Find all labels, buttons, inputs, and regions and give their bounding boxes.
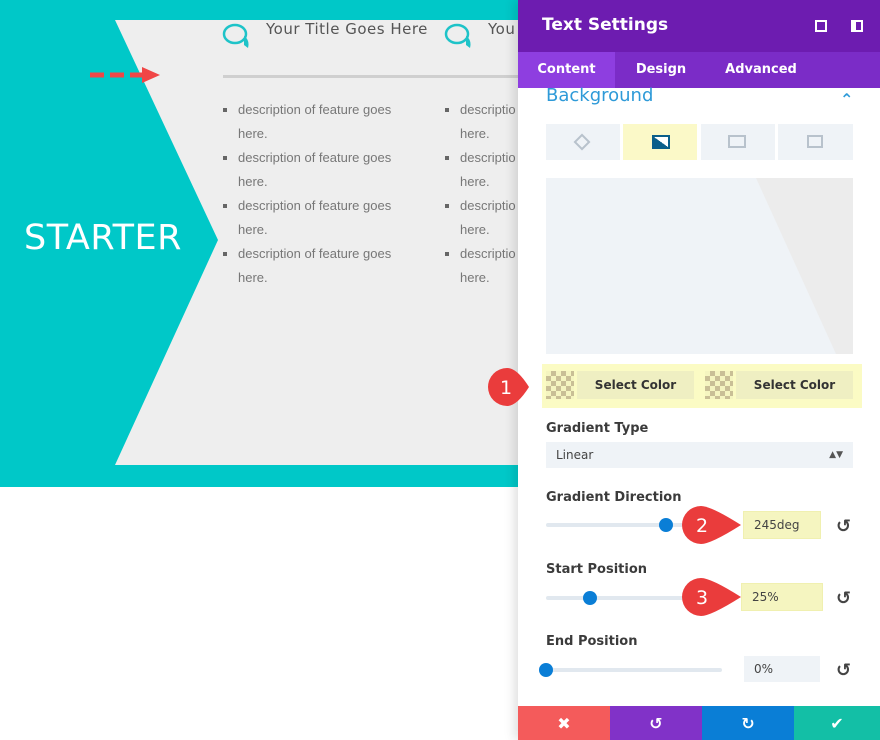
feature-item-text: here. (460, 126, 490, 141)
redo-icon: ↻ (741, 712, 755, 734)
video-icon (807, 135, 823, 148)
panel-title: Text Settings (542, 15, 669, 35)
feature-item-text: descriptio (460, 246, 516, 261)
feature-item-text: here. (238, 270, 268, 285)
image-icon (728, 135, 746, 148)
feature-item-text: here. (460, 270, 490, 285)
gradient-type-value: Linear (556, 448, 594, 462)
save-button[interactable]: ✔ (794, 706, 880, 740)
bg-type-gradient[interactable] (623, 124, 697, 160)
annotation-marker-3: 3 (682, 578, 741, 616)
feature-item-text: here. (460, 174, 490, 189)
divider (223, 75, 518, 78)
feature-item-text: descriptio (460, 102, 516, 117)
feature-item-text: here. (460, 222, 490, 237)
feature-item-text: here. (238, 174, 268, 189)
undo-icon: ↺ (649, 712, 663, 734)
bullet-icon (445, 156, 449, 160)
dashed-arrow-annotation (90, 67, 160, 83)
select-arrows-icon: ▲▼ (829, 450, 843, 460)
feature-item-text: descriptio (460, 198, 516, 213)
select-color-button-2[interactable]: Select Color (736, 371, 853, 399)
feature-item-text: here. (238, 126, 268, 141)
svg-text:2: 2 (696, 515, 708, 537)
close-icon: ✖ (557, 712, 571, 734)
bullet-icon (445, 204, 449, 208)
sidebar-layout-icon[interactable] (851, 20, 863, 32)
gradient-type-label: Gradient Type (546, 421, 649, 436)
chat-bubbles-icon (444, 23, 471, 48)
start-position-input[interactable]: 25% (742, 584, 822, 610)
panel-tabs: Content Design Advanced (518, 52, 880, 88)
redo-button[interactable]: ↻ (702, 706, 794, 740)
end-position-input[interactable]: 0% (744, 656, 820, 682)
color-swatch-2[interactable] (705, 371, 733, 399)
bullet-icon (223, 108, 227, 112)
bullet-icon (445, 108, 449, 112)
tab-design[interactable]: Design (615, 52, 707, 88)
reset-icon[interactable]: ↺ (836, 658, 851, 682)
bg-type-video[interactable] (778, 124, 853, 160)
annotation-marker-1: 1 (488, 368, 529, 406)
color-fill-icon (573, 133, 591, 151)
svg-text:1: 1 (500, 377, 512, 399)
bullet-icon (445, 252, 449, 256)
start-position-label: Start Position (546, 562, 648, 577)
reset-icon[interactable]: ↺ (836, 586, 851, 610)
chat-bubbles-icon (222, 23, 249, 48)
bullet-icon (223, 204, 227, 208)
panel-header: Text Settings (518, 0, 880, 52)
slider-thumb[interactable] (583, 591, 597, 605)
bg-type-image[interactable] (701, 124, 775, 160)
feature-item-text: descriptio (460, 150, 516, 165)
cancel-button[interactable]: ✖ (518, 706, 610, 740)
slider-thumb[interactable] (539, 663, 553, 677)
slider-thumb[interactable] (658, 518, 673, 532)
feature-title: Your Title Goes Here (266, 20, 428, 38)
feature-item-text: description of feature goes (238, 150, 392, 165)
undo-button[interactable]: ↺ (610, 706, 702, 740)
gradient-preview (546, 178, 853, 354)
plan-label: STARTER (24, 218, 182, 258)
feature-item-text: description of feature goes (238, 246, 392, 261)
gradient-icon (652, 135, 670, 149)
chevron-up-icon[interactable]: ⌃ (840, 88, 853, 110)
fullscreen-icon[interactable] (815, 20, 827, 32)
tab-content[interactable]: Content (518, 52, 615, 88)
feature-title: You (488, 20, 516, 38)
gradient-direction-input[interactable]: 245deg (744, 512, 820, 538)
gradient-type-select[interactable]: Linear ▲▼ (546, 442, 853, 468)
reset-icon[interactable]: ↺ (836, 514, 851, 538)
feature-item-text: description of feature goes (238, 198, 392, 213)
tab-advanced[interactable]: Advanced (707, 52, 815, 88)
settings-panel: Text Settings Content Design Advanced Ba… (518, 0, 880, 740)
bullet-icon (223, 156, 227, 160)
svg-text:3: 3 (696, 587, 708, 609)
end-position-slider[interactable] (539, 663, 722, 677)
feature-item-text: description of feature goes (238, 102, 392, 117)
select-color-button-1[interactable]: Select Color (577, 371, 694, 399)
color-swatch-1[interactable] (546, 371, 574, 399)
check-icon: ✔ (830, 712, 844, 734)
bg-type-color[interactable] (546, 124, 620, 160)
gradient-direction-label: Gradient Direction (546, 490, 682, 505)
annotation-marker-2: 2 (682, 506, 741, 544)
feature-item-text: here. (238, 222, 268, 237)
section-title[interactable]: Background (546, 85, 653, 106)
bullet-icon (223, 252, 227, 256)
end-position-label: End Position (546, 634, 638, 649)
